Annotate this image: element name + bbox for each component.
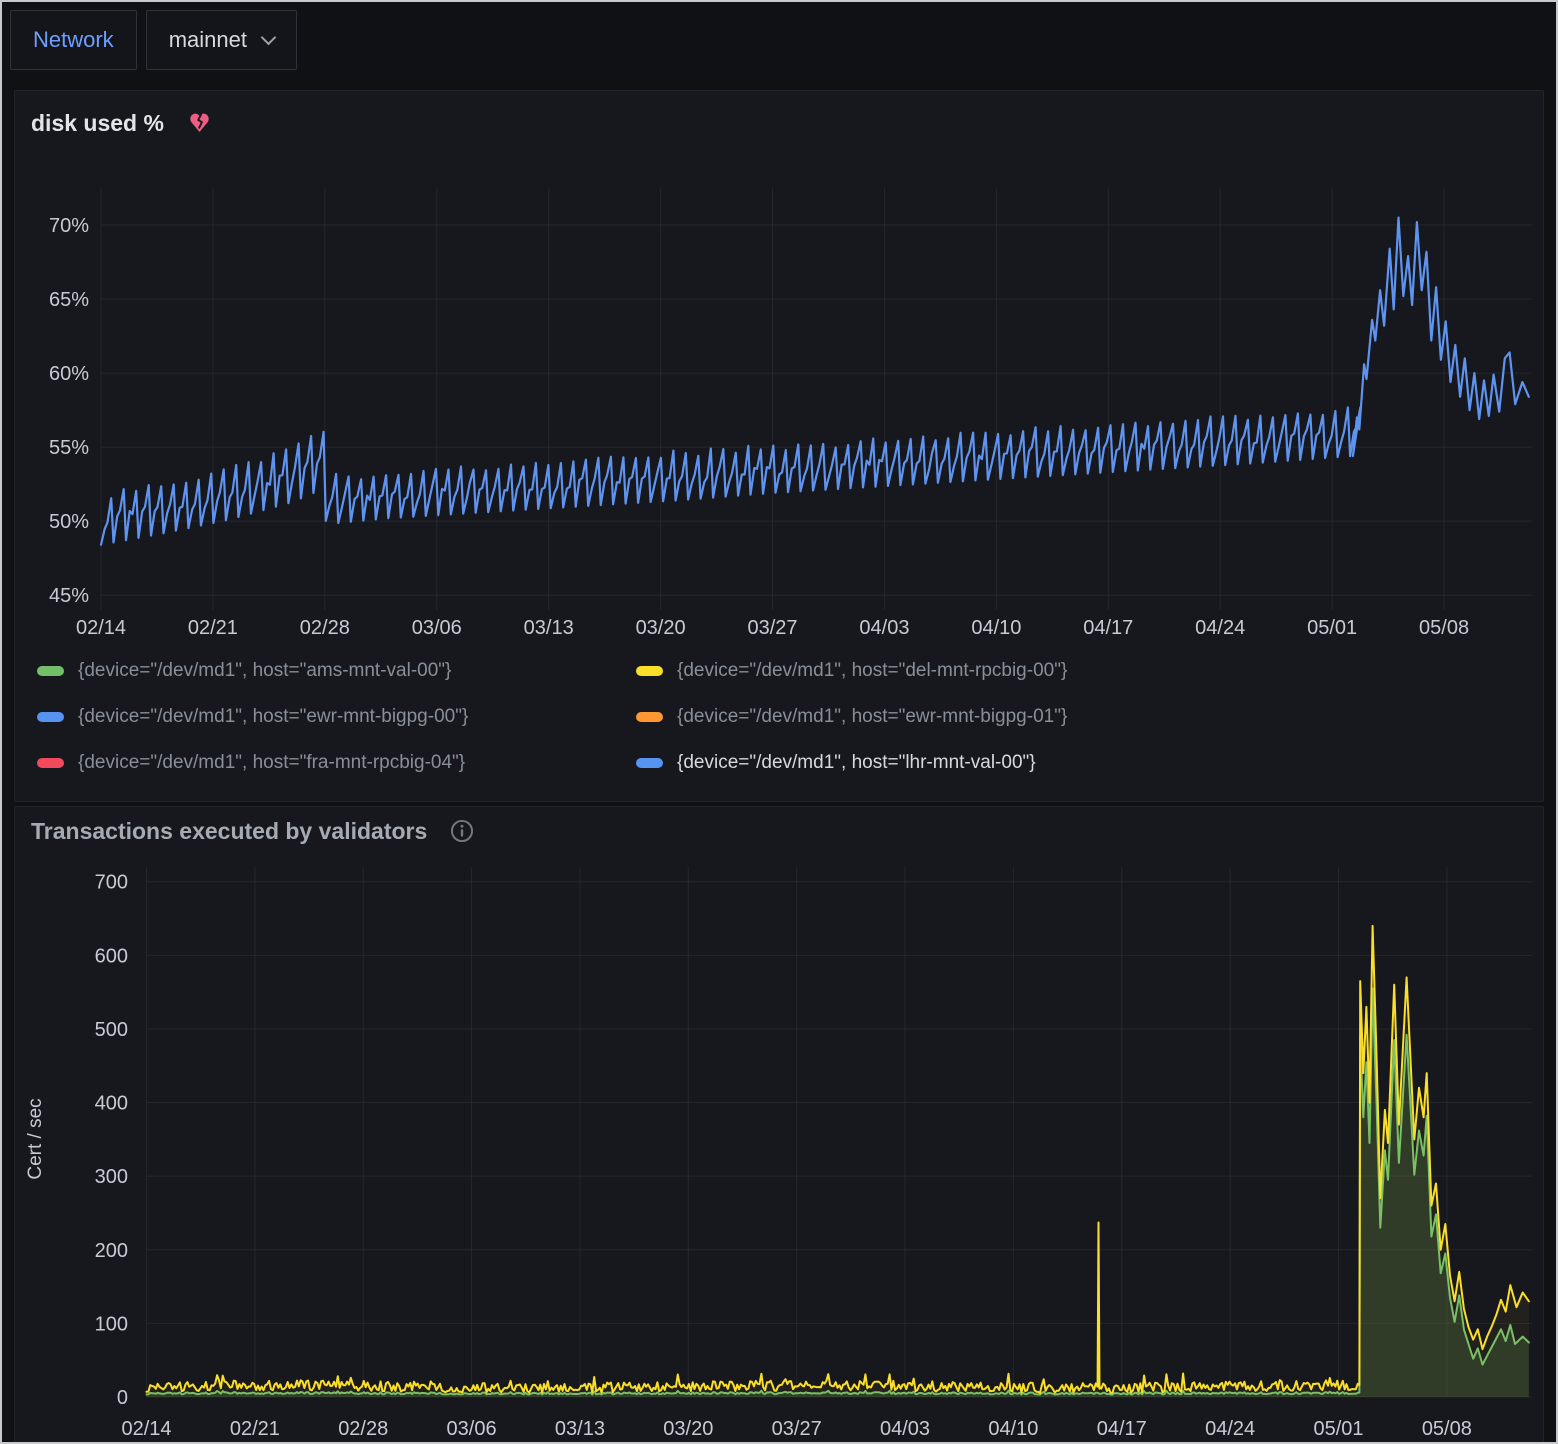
svg-text:03/20: 03/20	[663, 1418, 713, 1440]
legend-label: {device="/dev/md1", host="lhr-mnt-val-00…	[677, 752, 1036, 774]
svg-text:04/24: 04/24	[1205, 1418, 1255, 1440]
panel-tx-title[interactable]: Transactions executed by validators	[31, 818, 475, 845]
info-icon[interactable]	[449, 818, 475, 844]
svg-text:400: 400	[95, 1093, 128, 1115]
legend-item[interactable]: {device="/dev/md1", host="ewr-mnt-bigpg-…	[636, 706, 1543, 728]
series-color-chip	[37, 712, 64, 722]
legend-label: {device="/dev/md1", host="ewr-mnt-bigpg-…	[78, 706, 468, 728]
svg-text:300: 300	[95, 1166, 128, 1188]
svg-text:02/28: 02/28	[300, 617, 350, 639]
broken-heart-icon	[186, 110, 213, 137]
svg-text:04/17: 04/17	[1097, 1418, 1147, 1440]
svg-text:03/06: 03/06	[412, 617, 462, 639]
legend-label: {device="/dev/md1", host="del-mnt-rpcbig…	[677, 660, 1067, 682]
legend-label: {device="/dev/md1", host="ewr-mnt-bigpg-…	[677, 706, 1067, 728]
variable-value-text[interactable]: mainnet	[169, 27, 247, 53]
panel-tx-header: Transactions executed by validators	[15, 807, 1543, 847]
svg-text:50%: 50%	[49, 511, 89, 533]
svg-text:600: 600	[95, 945, 128, 967]
svg-text:04/10: 04/10	[988, 1418, 1038, 1440]
svg-text:Cert / sec: Cert / sec	[25, 1098, 46, 1179]
panel-disk-title[interactable]: disk used %	[31, 110, 213, 137]
variable-label-network: Network	[10, 10, 137, 70]
svg-text:200: 200	[95, 1240, 128, 1262]
series-color-chip	[636, 666, 663, 676]
svg-text:02/21: 02/21	[188, 617, 238, 639]
svg-text:03/20: 03/20	[636, 617, 686, 639]
svg-text:700: 700	[95, 872, 128, 894]
svg-text:55%: 55%	[49, 437, 89, 459]
svg-text:0: 0	[117, 1387, 128, 1409]
svg-text:04/03: 04/03	[880, 1418, 930, 1440]
legend-item[interactable]: {device="/dev/md1", host="ams-mnt-val-00…	[37, 660, 636, 682]
panel-disk-used: disk used % 45% 50% 55% 60% 65% 70% 02/14 02/21…	[14, 90, 1544, 802]
svg-text:45%: 45%	[49, 585, 89, 607]
legend-label: {device="/dev/md1", host="ams-mnt-val-00…	[78, 660, 451, 682]
svg-text:02/21: 02/21	[230, 1418, 280, 1440]
svg-text:03/27: 03/27	[772, 1418, 822, 1440]
legend-item[interactable]: {device="/dev/md1", host="fra-mnt-rpcbig…	[37, 752, 636, 774]
svg-text:60%: 60%	[49, 363, 89, 385]
disk-used-legend: {device="/dev/md1", host="ams-mnt-val-00…	[15, 646, 1543, 786]
legend-label: {device="/dev/md1", host="fra-mnt-rpcbig…	[78, 752, 465, 774]
svg-text:03/13: 03/13	[555, 1418, 605, 1440]
svg-text:04/03: 04/03	[859, 617, 909, 639]
legend-item[interactable]: {device="/dev/md1", host="lhr-mnt-val-00…	[636, 752, 1543, 774]
legend-item[interactable]: {device="/dev/md1", host="del-mnt-rpcbig…	[636, 660, 1543, 682]
variable-toolbar: Network mainnet	[2, 2, 1556, 90]
svg-text:02/14: 02/14	[121, 1418, 171, 1440]
panel-disk-header: disk used %	[15, 91, 1543, 141]
series-color-chip	[636, 712, 663, 722]
disk-used-chart[interactable]: 45% 50% 55% 60% 65% 70% 02/14 02/21 02/28 03/06 03…	[15, 141, 1543, 646]
transactions-chart[interactable]: 0 100 200 300 400 500 600 700 02/14 02/21 02/28 03/…	[15, 847, 1543, 1444]
svg-text:05/08: 05/08	[1422, 1418, 1472, 1440]
svg-text:03/27: 03/27	[747, 617, 797, 639]
svg-text:04/10: 04/10	[971, 617, 1021, 639]
svg-text:05/08: 05/08	[1419, 617, 1469, 639]
svg-text:70%: 70%	[49, 215, 89, 237]
chevron-down-icon	[261, 29, 277, 45]
svg-text:05/01: 05/01	[1307, 617, 1357, 639]
series-color-chip	[37, 758, 64, 768]
legend-item[interactable]: {device="/dev/md1", host="ewr-mnt-bigpg-…	[37, 706, 636, 728]
panel-tx-title-text: Transactions executed by validators	[31, 818, 427, 845]
svg-text:02/14: 02/14	[76, 617, 126, 639]
svg-text:04/24: 04/24	[1195, 617, 1245, 639]
panel-disk-title-text: disk used %	[31, 110, 164, 137]
svg-text:500: 500	[95, 1019, 128, 1041]
svg-text:05/01: 05/01	[1313, 1418, 1363, 1440]
series-color-chip	[636, 758, 663, 768]
variable-label-text: Network	[33, 27, 114, 53]
grafana-dashboard: Network mainnet disk used % 45% 50% 55% 60%…	[0, 0, 1558, 1444]
svg-text:04/17: 04/17	[1083, 617, 1133, 639]
panel-transactions: Transactions executed by validators 0 100…	[14, 806, 1544, 1444]
svg-text:03/13: 03/13	[524, 617, 574, 639]
network-variable-dropdown[interactable]: mainnet	[146, 10, 297, 70]
svg-text:03/06: 03/06	[447, 1418, 497, 1440]
svg-text:100: 100	[95, 1313, 128, 1335]
svg-text:02/28: 02/28	[338, 1418, 388, 1440]
series-color-chip	[37, 666, 64, 676]
svg-text:65%: 65%	[49, 289, 89, 311]
